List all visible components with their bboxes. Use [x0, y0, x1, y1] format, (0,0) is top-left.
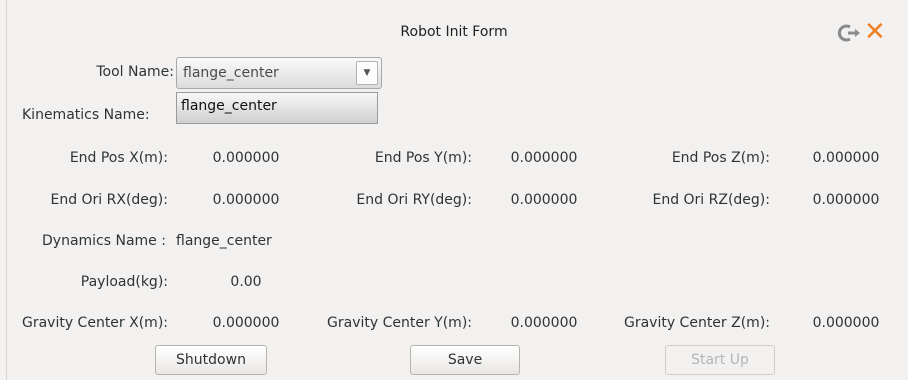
- window-left-border: [6, 0, 7, 380]
- dynamics-name-value: flange_center: [176, 233, 272, 249]
- close-icon[interactable]: ✕: [864, 18, 886, 46]
- end-pos-y-label: End Pos Y(m):: [374, 150, 472, 166]
- gravity-center-x-value: 0.000000: [212, 315, 280, 331]
- window-title: Robot Init Form: [400, 24, 508, 40]
- gravity-center-x-label: Gravity Center X(m):: [21, 315, 168, 331]
- tool-name-combobox[interactable]: flange_center ▼: [176, 57, 382, 89]
- refresh-icon[interactable]: [836, 22, 862, 44]
- gravity-center-z-label: Gravity Center Z(m):: [623, 315, 770, 331]
- end-ori-rx-value: 0.000000: [212, 192, 280, 208]
- tool-name-dropdown-list: flange_center: [176, 92, 378, 124]
- kinematics-name-label: Kinematics Name:: [22, 107, 150, 123]
- end-ori-ry-label: End Ori RY(deg):: [356, 192, 472, 208]
- tool-name-label: Tool Name:: [96, 64, 174, 80]
- end-pos-y-value: 0.000000: [510, 150, 578, 166]
- chevron-down-icon[interactable]: ▼: [356, 61, 378, 85]
- end-ori-rx-label: End Ori RX(deg):: [50, 192, 168, 208]
- end-ori-rz-label: End Ori RZ(deg):: [652, 192, 770, 208]
- gravity-center-y-value: 0.000000: [510, 315, 578, 331]
- end-pos-z-value: 0.000000: [812, 150, 880, 166]
- tool-name-value: flange_center: [183, 65, 279, 81]
- gravity-center-z-value: 0.000000: [812, 315, 880, 331]
- dynamics-name-label: Dynamics Name :: [42, 233, 166, 249]
- payload-label: Payload(kg):: [80, 274, 168, 290]
- end-ori-rz-value: 0.000000: [812, 192, 880, 208]
- save-button[interactable]: Save: [410, 345, 520, 375]
- start-up-button[interactable]: Start Up: [665, 345, 775, 375]
- end-ori-ry-value: 0.000000: [510, 192, 578, 208]
- shutdown-button[interactable]: Shutdown: [155, 345, 267, 375]
- dropdown-option-flange-center[interactable]: flange_center: [181, 98, 277, 114]
- payload-value: 0.00: [230, 274, 262, 290]
- end-pos-z-label: End Pos Z(m):: [671, 150, 770, 166]
- gravity-center-y-label: Gravity Center Y(m):: [327, 315, 472, 331]
- end-pos-x-label: End Pos X(m):: [69, 150, 168, 166]
- end-pos-x-value: 0.000000: [212, 150, 280, 166]
